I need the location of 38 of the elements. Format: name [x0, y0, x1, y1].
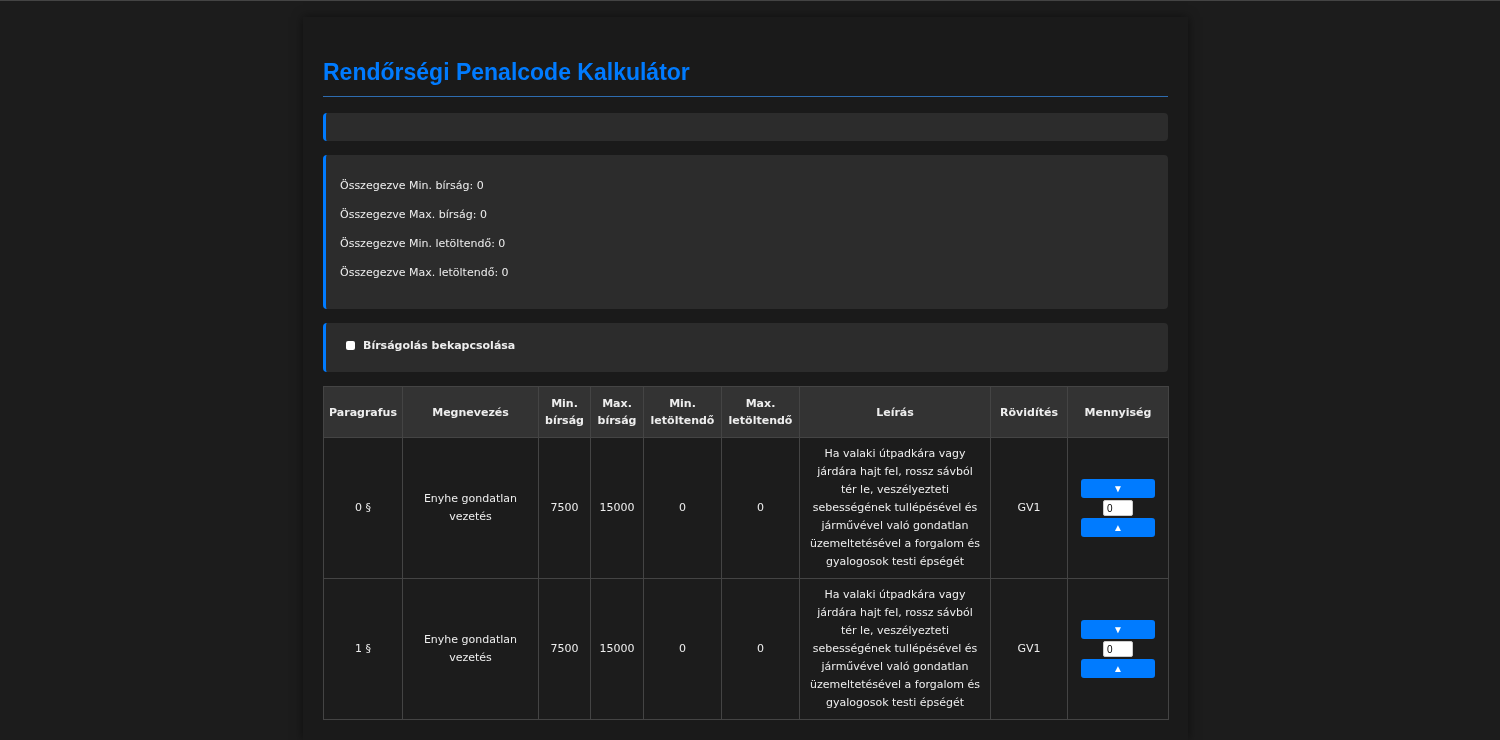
column-header: Leírás	[799, 386, 991, 438]
column-header: Max. letöltendő	[721, 386, 800, 438]
page-title: Rendőrségi Penalcode Kalkulátor	[323, 59, 691, 86]
summary-line: Összegezve Min. letöltendő: 0	[340, 237, 507, 251]
quantity-field[interactable]: 0	[1103, 500, 1133, 516]
table-cell: 0	[721, 437, 800, 579]
increase-button[interactable]: ▲	[1081, 518, 1155, 537]
column-header: Min. bírság	[538, 386, 591, 438]
column-header: Paragrafus	[323, 386, 403, 438]
table-cell: 7500	[538, 437, 591, 579]
table-cell: Ha valaki útpadkára vagy járdára hajt fel, rossz sávból tér le, veszélyezteti sebességének tullépésével és járművével való gondatlan üzemeltetésével a forgalom és gyalogosok testi épségét	[799, 437, 991, 579]
checkbox-label[interactable]: Bírságolás bekapcsolása	[363, 339, 516, 352]
increase-button[interactable]: ▲	[1081, 659, 1155, 678]
column-header: Min. letöltendő	[643, 386, 722, 438]
column-header: Megnevezés	[402, 386, 539, 438]
fine-checkbox[interactable]	[346, 341, 355, 350]
table-cell: GV1	[990, 578, 1068, 720]
table-cell: 0	[643, 437, 722, 579]
table-cell: 0 §	[323, 437, 403, 579]
table-cell: Enyhe gondatlan vezetés	[402, 578, 539, 720]
table-cell: 15000	[590, 437, 644, 579]
table-cell: 7500	[538, 578, 591, 720]
column-header: Rövidítés	[990, 386, 1068, 438]
column-header: Max. bírság	[590, 386, 644, 438]
table-cell: Ha valaki útpadkára vagy járdára hajt fel, rossz sávból tér le, veszélyezteti sebességének tullépésével és járművével való gondatlan üzemeltetésével a forgalom és gyalogosok testi épségét	[799, 578, 991, 720]
decrease-button[interactable]: ▼	[1081, 479, 1155, 498]
summary-line: Összegezve Max. bírság: 0	[340, 208, 488, 222]
table-cell: 0	[643, 578, 722, 720]
table-cell: 1 §	[323, 578, 403, 720]
decrease-button[interactable]: ▼	[1081, 620, 1155, 639]
quantity-field[interactable]: 0	[1103, 641, 1133, 657]
table-cell: GV1	[990, 437, 1068, 579]
summary-line: Összegezve Min. bírság: 0	[340, 179, 485, 193]
table-cell: 0	[721, 578, 800, 720]
table-cell: 15000	[590, 578, 644, 720]
table-cell: Enyhe gondatlan vezetés	[402, 437, 539, 579]
summary-line: Összegezve Max. letöltendő: 0	[340, 266, 510, 280]
column-header: Mennyiség	[1067, 386, 1169, 438]
